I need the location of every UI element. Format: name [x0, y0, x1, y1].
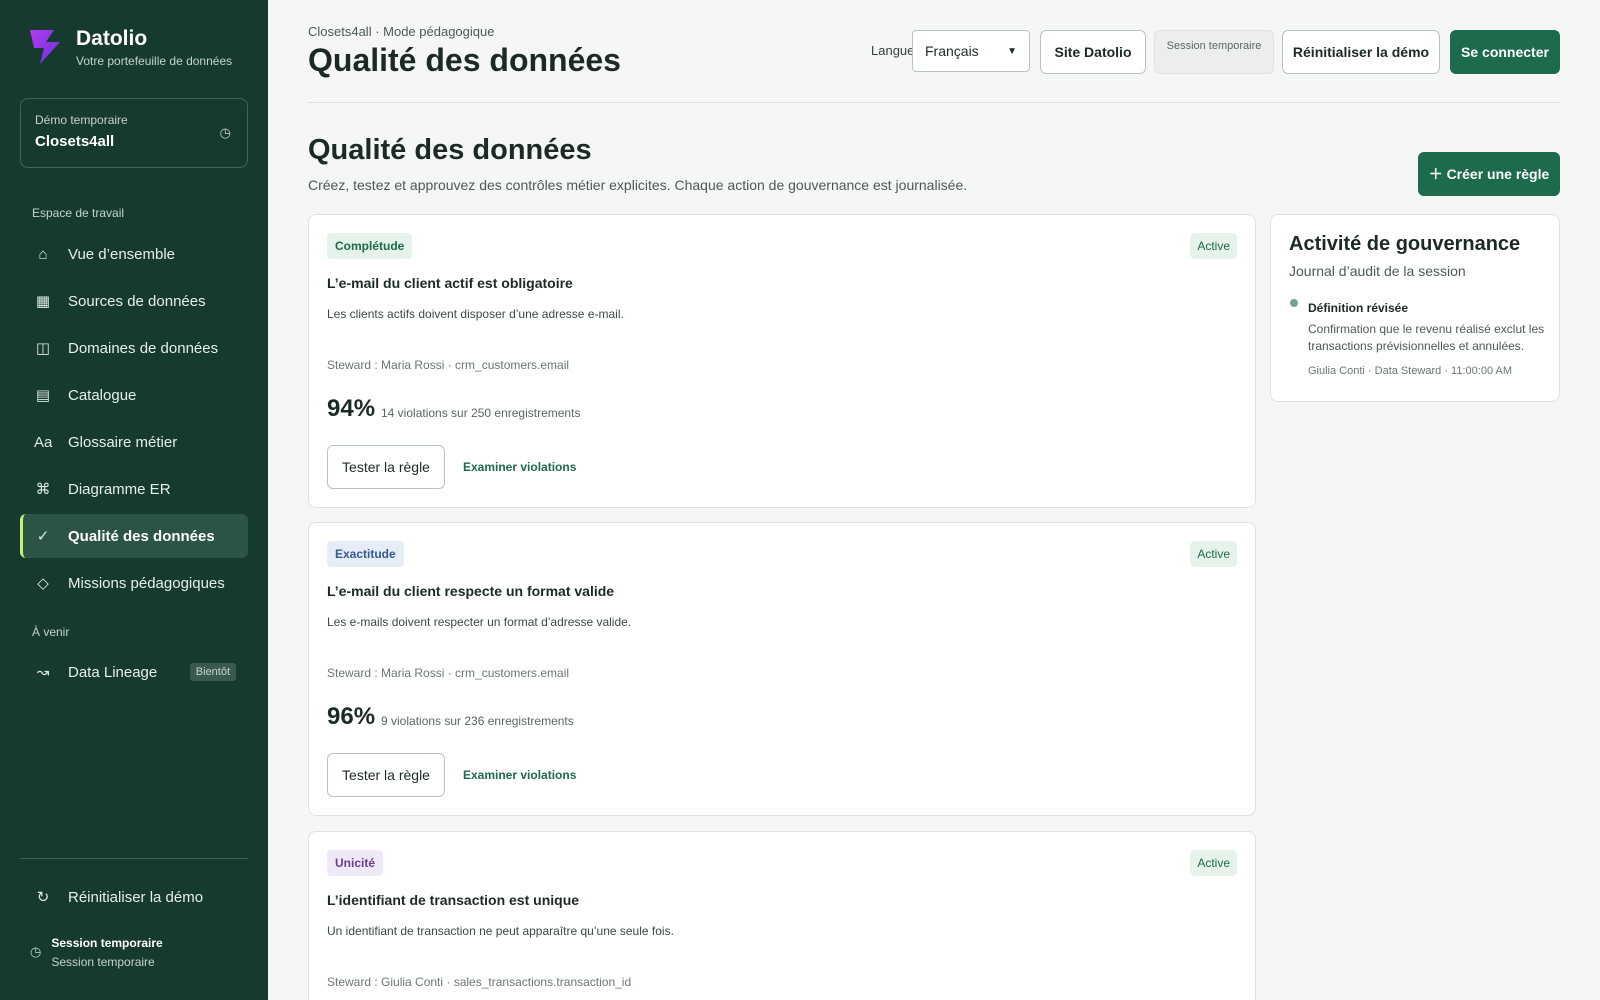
- header-divider: [308, 102, 1560, 103]
- sidebar-item-label: Diagramme ER: [68, 480, 171, 498]
- breadcrumb: Closets4all · Mode pédagogique: [308, 24, 495, 39]
- text-icon: Aa: [34, 433, 53, 451]
- activity-title: Activité de gouvernance: [1289, 233, 1521, 255]
- sidebar: Datolio Votre portefeuille de données Dé…: [0, 0, 268, 1000]
- sidebar-item-label: Sources de données: [68, 292, 206, 310]
- brand[interactable]: Datolio Votre portefeuille de données: [28, 26, 232, 68]
- rule-steward: Steward : Maria Rossi · crm_customers.em…: [327, 358, 570, 372]
- chevron-down-icon: ▼: [1007, 45, 1017, 57]
- dimension-tag: Unicité: [327, 850, 384, 876]
- demo-workspace-card[interactable]: Démo temporaire Closets4all ◷: [20, 98, 248, 168]
- lightning-logo-icon: [30, 30, 60, 64]
- dimension-tag: Complétude: [327, 233, 413, 259]
- rule-title: L’e-mail du client actif est obligatoire: [327, 275, 573, 291]
- rule-description: Un identifiant de transaction ne peut ap…: [327, 924, 674, 938]
- sidebar-item-label: Missions pédagogiques: [68, 574, 225, 592]
- sidebar-item-label: Catalogue: [68, 386, 137, 404]
- sidebar-item-er-diagram[interactable]: ⌘ Diagramme ER: [20, 467, 248, 511]
- status-badge: Active: [1190, 850, 1237, 876]
- app-tagline: Votre portefeuille de données: [76, 54, 233, 68]
- activity-entry-title: Définition révisée: [1308, 301, 1409, 315]
- workspace-section-label: Espace de travail: [32, 206, 125, 220]
- sidebar-item-overview[interactable]: ⌂ Vue d’ensemble: [20, 232, 248, 276]
- sidebar-item-label: Vue d’ensemble: [68, 245, 176, 263]
- activity-subtitle: Journal d’audit de la session: [1289, 263, 1466, 279]
- test-rule-button[interactable]: Tester la règle: [327, 445, 445, 489]
- language-value: Français: [925, 43, 979, 59]
- sidebar-item-data-sources[interactable]: ▦ Sources de données: [20, 279, 248, 323]
- reset-demo-button[interactable]: Réinitialiser la démo: [1282, 30, 1440, 74]
- sidebar-divider: [20, 858, 248, 859]
- rule-violations: 14 violations sur 250 enregistrements: [381, 406, 581, 420]
- test-rule-button[interactable]: Tester la règle: [327, 753, 445, 797]
- clock-icon: ◷: [219, 125, 231, 140]
- sidebar-item-missions[interactable]: ◇ Missions pédagogiques: [20, 561, 248, 605]
- examine-violations-link[interactable]: Examiner violations: [463, 768, 576, 782]
- session-status-pill: Session temporaire: [1154, 30, 1274, 74]
- header-title: Qualité des données: [308, 42, 621, 78]
- coming-soon-badge: Bientôt: [189, 663, 236, 681]
- sidebar-reset-demo[interactable]: ↻ Réinitialiser la démo: [20, 875, 248, 919]
- rule-steward: Steward : Maria Rossi · crm_customers.em…: [327, 666, 570, 680]
- rule-violations: 9 violations sur 236 enregistrements: [381, 714, 574, 728]
- app-name: Datolio: [76, 27, 148, 50]
- session-title: Session temporaire: [51, 936, 163, 950]
- activity-entry-body: Confirmation que le revenu réalisé exclu…: [1308, 322, 1545, 353]
- refresh-icon: ↻: [36, 889, 50, 906]
- examine-violations-link[interactable]: Examiner violations: [463, 460, 576, 474]
- sidebar-item-data-quality[interactable]: ✓ Qualité des données: [20, 514, 248, 558]
- rule-card: Unicité Active L’identifiant de transact…: [308, 831, 1256, 1000]
- rule-description: Les clients actifs doivent disposer d’un…: [327, 307, 624, 321]
- upcoming-section-label: À venir: [32, 625, 70, 639]
- sidebar-item-label: Domaines de données: [68, 339, 219, 357]
- clock-icon: ◷: [30, 944, 42, 959]
- activity-entry-meta: Giulia Conti · Data Steward · 11:00:00 A…: [1308, 365, 1513, 377]
- demo-label: Démo temporaire: [35, 113, 128, 127]
- rule-title: L’identifiant de transaction est unique: [327, 892, 580, 908]
- sidebar-item-data-lineage[interactable]: ↝ Data Lineage Bientôt: [20, 650, 248, 694]
- session-info: ◷ Session temporaire Session temporaire: [30, 936, 163, 969]
- sidebar-item-label: Data Lineage: [68, 663, 158, 681]
- timeline-dot-icon: [1290, 299, 1298, 307]
- rule-card: Complétude Active L’e-mail du client act…: [308, 214, 1256, 508]
- language-select[interactable]: Français ▼: [912, 30, 1030, 72]
- diamond-icon: ◇: [37, 575, 49, 592]
- rule-card: Exactitude Active L’e-mail du client res…: [308, 522, 1256, 816]
- language-label: Langue: [871, 43, 915, 58]
- rule-score: 96%: [327, 703, 376, 730]
- session-subtitle: Session temporaire: [51, 955, 155, 969]
- demo-workspace-name: Closets4all: [35, 133, 115, 150]
- status-badge: Active: [1190, 233, 1237, 259]
- rule-steward: Steward : Giulia Conti · sales_transacti…: [327, 975, 632, 989]
- create-rule-button[interactable]: ＋ Créer une règle: [1418, 152, 1560, 196]
- rule-title: L’e-mail du client respecte un format va…: [327, 583, 615, 599]
- rule-description: Les e-mails doivent respecter un format …: [327, 615, 632, 629]
- login-button[interactable]: Se connecter: [1450, 30, 1560, 74]
- list-icon: ▤: [35, 387, 51, 404]
- grid-icon: ▦: [35, 293, 51, 310]
- trend-icon: ↝: [36, 664, 50, 681]
- sidebar-item-label: Qualité des données: [68, 527, 215, 545]
- sidebar-item-label: Glossaire métier: [68, 433, 178, 451]
- site-datolio-button[interactable]: Site Datolio: [1040, 30, 1146, 74]
- sidebar-item-data-domains[interactable]: ◫ Domaines de données: [20, 326, 248, 370]
- page-title: Qualité des données: [308, 134, 592, 166]
- columns-icon: ◫: [35, 340, 51, 357]
- dimension-tag: Exactitude: [327, 541, 404, 567]
- home-icon: ⌂: [38, 245, 48, 263]
- sidebar-item-catalog[interactable]: ▤ Catalogue: [20, 373, 248, 417]
- sidebar-item-glossary[interactable]: Aa Glossaire métier: [20, 420, 248, 464]
- check-icon: ✓: [36, 528, 50, 545]
- command-icon: ⌘: [35, 481, 51, 498]
- status-badge: Active: [1190, 541, 1237, 567]
- rule-score: 94%: [327, 395, 376, 422]
- page-description: Créez, testez et approuvez des contrôles…: [308, 177, 968, 193]
- sidebar-item-label: Réinitialiser la démo: [68, 888, 204, 906]
- governance-activity-panel: Activité de gouvernance Journal d’audit …: [1270, 214, 1560, 402]
